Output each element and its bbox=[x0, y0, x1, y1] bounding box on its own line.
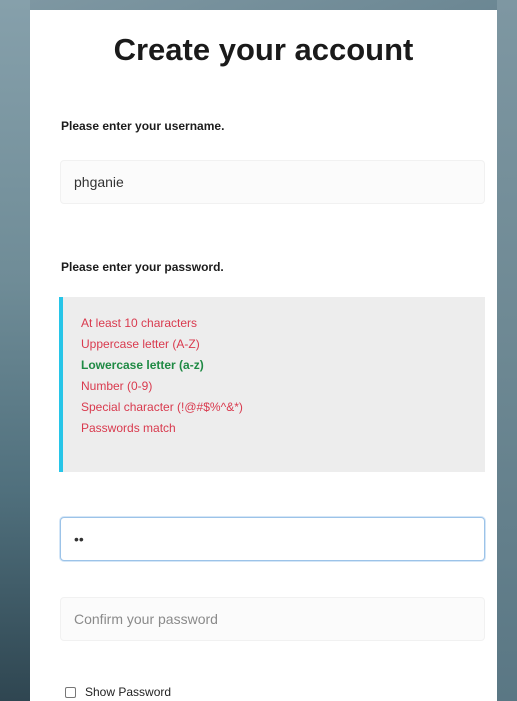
requirement-length: At least 10 characters bbox=[81, 316, 198, 330]
show-password-checkbox[interactable] bbox=[65, 686, 76, 698]
password-requirements: At least 10 characters Uppercase letter … bbox=[59, 297, 485, 472]
page-title: Create your account bbox=[113, 32, 414, 67]
requirement-lowercase: Lowercase letter (a-z) bbox=[81, 358, 204, 372]
show-password-toggle[interactable]: Show Password bbox=[65, 685, 171, 699]
requirement-passwords-match: Passwords match bbox=[81, 421, 176, 435]
requirement-special-character: Special character (!@#$%^&*) bbox=[81, 400, 243, 414]
signup-card: Create your account Please enter your us… bbox=[30, 10, 497, 701]
password-input[interactable] bbox=[60, 517, 485, 561]
username-input[interactable] bbox=[60, 160, 485, 204]
requirement-number: Number (0-9) bbox=[81, 379, 153, 393]
background-right bbox=[497, 0, 517, 701]
password-label: Please enter your password. bbox=[61, 260, 224, 274]
username-label: Please enter your username. bbox=[61, 119, 225, 133]
requirement-uppercase: Uppercase letter (A-Z) bbox=[81, 337, 200, 351]
show-password-label[interactable]: Show Password bbox=[85, 685, 171, 699]
confirm-password-input[interactable] bbox=[60, 597, 485, 641]
background-left bbox=[0, 0, 30, 701]
